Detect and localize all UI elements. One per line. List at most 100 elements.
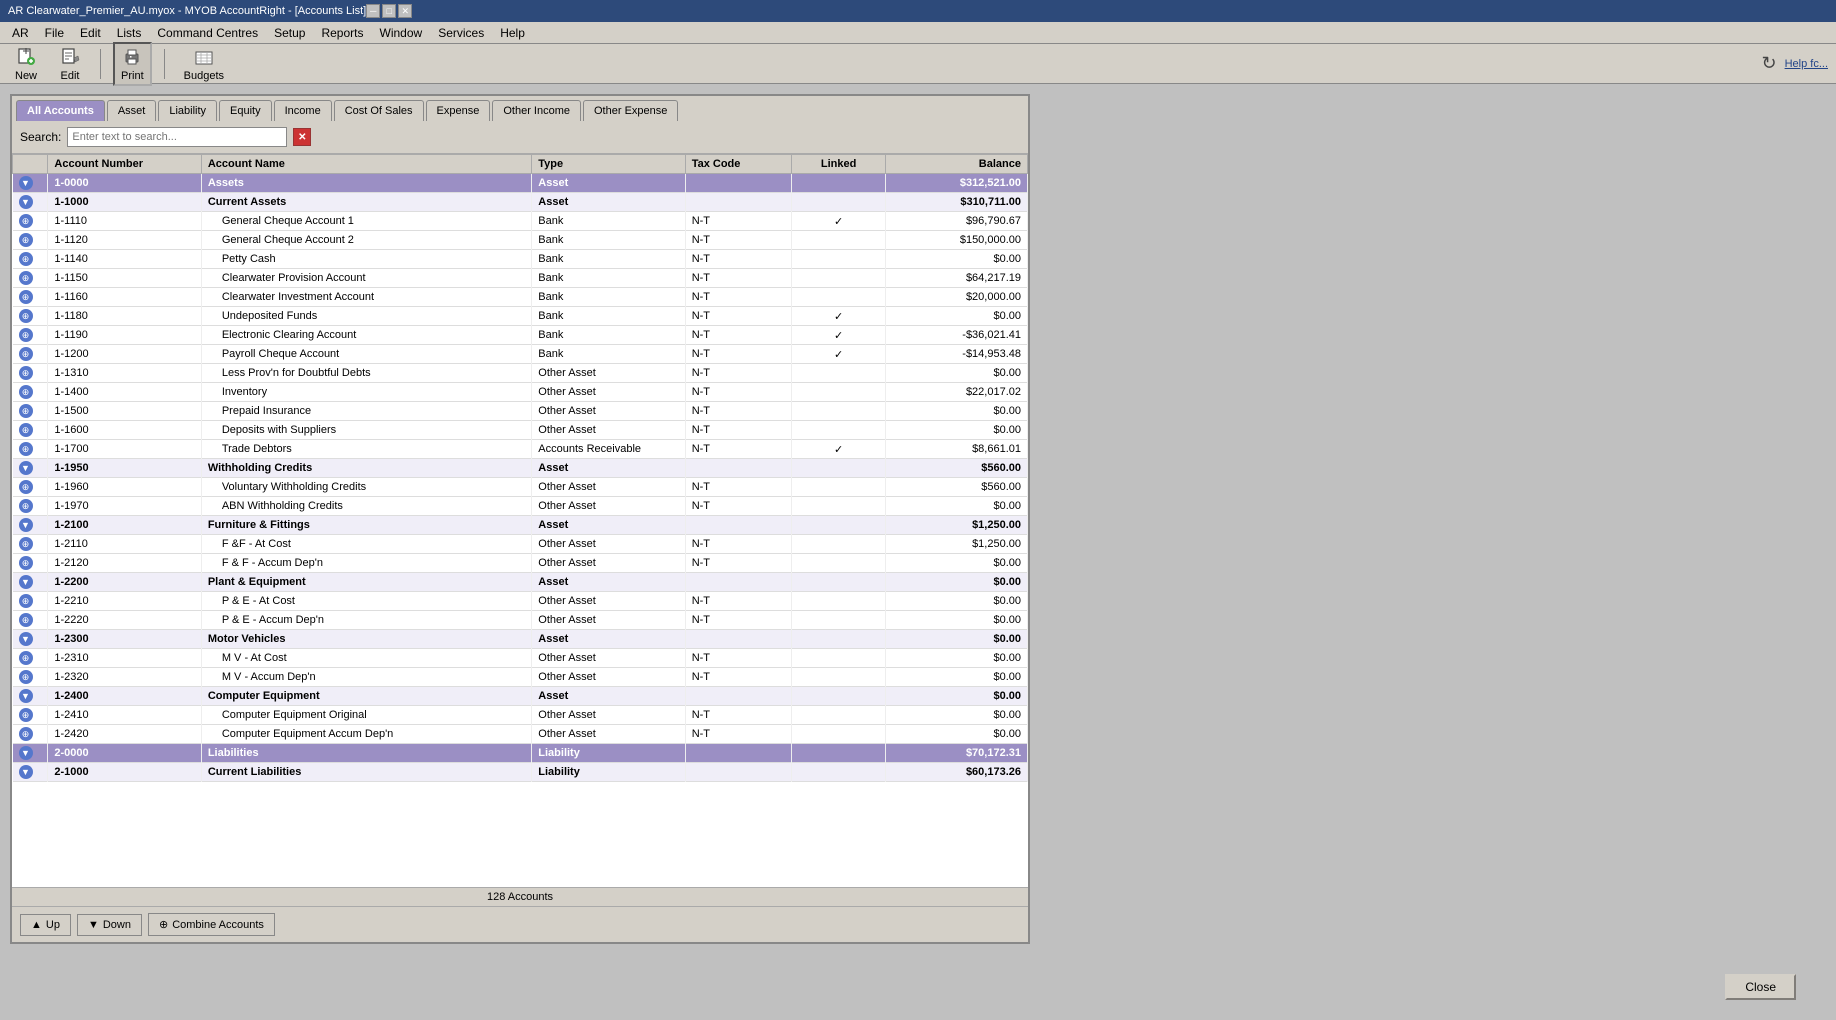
menu-help[interactable]: Help [492, 24, 533, 42]
row-expand-icon[interactable]: ▼ [13, 763, 48, 782]
edit-button[interactable]: Edit [52, 43, 88, 85]
row-expand-icon[interactable]: ⊕ [13, 326, 48, 345]
row-expand-icon[interactable]: ▼ [13, 687, 48, 706]
table-row[interactable]: ⊕ 1-1400 Inventory Other Asset N-T $22,0… [13, 383, 1028, 402]
row-expand-icon[interactable]: ▼ [13, 193, 48, 212]
up-button[interactable]: ▲ Up [20, 914, 71, 936]
search-input[interactable] [67, 127, 287, 147]
tab-other-expense[interactable]: Other Expense [583, 100, 678, 121]
menu-ar[interactable]: AR [4, 24, 37, 42]
close-window-button[interactable]: ✕ [398, 4, 412, 18]
row-expand-icon[interactable]: ▼ [13, 744, 48, 763]
table-row[interactable]: ▼ 1-1950 Withholding Credits Asset $560.… [13, 459, 1028, 478]
table-row[interactable]: ⊕ 1-1140 Petty Cash Bank N-T $0.00 [13, 250, 1028, 269]
table-row[interactable]: ⊕ 1-2110 F &F - At Cost Other Asset N-T … [13, 535, 1028, 554]
table-row[interactable]: ⊕ 1-1970 ABN Withholding Credits Other A… [13, 497, 1028, 516]
row-expand-icon[interactable]: ▼ [13, 459, 48, 478]
tab-other-income[interactable]: Other Income [492, 100, 581, 121]
table-row[interactable]: ⊕ 1-1960 Voluntary Withholding Credits O… [13, 478, 1028, 497]
row-expand-icon[interactable]: ⊕ [13, 535, 48, 554]
tab-liability[interactable]: Liability [158, 100, 217, 121]
new-button[interactable]: New [8, 43, 44, 85]
tab-cost-of-sales[interactable]: Cost Of Sales [334, 100, 424, 121]
menu-window[interactable]: Window [372, 24, 431, 42]
table-row[interactable]: ▼ 1-1000 Current Assets Asset $310,711.0… [13, 193, 1028, 212]
menu-edit[interactable]: Edit [72, 24, 109, 42]
table-row[interactable]: ⊕ 1-1600 Deposits with Suppliers Other A… [13, 421, 1028, 440]
row-expand-icon[interactable]: ▼ [13, 516, 48, 535]
table-row[interactable]: ⊕ 1-1160 Clearwater Investment Account B… [13, 288, 1028, 307]
table-row[interactable]: ▼ 1-0000 Assets Asset $312,521.00 [13, 174, 1028, 193]
combine-accounts-button[interactable]: ⊕ Combine Accounts [148, 913, 275, 936]
row-expand-icon[interactable]: ⊕ [13, 212, 48, 231]
row-expand-icon[interactable]: ⊕ [13, 307, 48, 326]
table-row[interactable]: ▼ 1-2100 Furniture & Fittings Asset $1,2… [13, 516, 1028, 535]
row-expand-icon[interactable]: ▼ [13, 573, 48, 592]
table-row[interactable]: ⊕ 1-1700 Trade Debtors Accounts Receivab… [13, 440, 1028, 459]
tab-equity[interactable]: Equity [219, 100, 272, 121]
row-expand-icon[interactable]: ⊕ [13, 250, 48, 269]
col-account-name-header[interactable]: Account Name [201, 155, 531, 174]
col-tax-code-header[interactable]: Tax Code [685, 155, 791, 174]
table-row[interactable]: ▼ 1-2200 Plant & Equipment Asset $0.00 [13, 573, 1028, 592]
print-button[interactable]: Print [113, 42, 152, 86]
row-expand-icon[interactable]: ⊕ [13, 725, 48, 744]
row-expand-icon[interactable]: ▼ [13, 174, 48, 193]
minimize-button[interactable]: ─ [366, 4, 380, 18]
down-button[interactable]: ▼ Down [77, 914, 142, 936]
help-link[interactable]: Help fc... [1785, 58, 1828, 70]
row-expand-icon[interactable]: ▼ [13, 630, 48, 649]
close-button[interactable]: Close [1725, 974, 1796, 1000]
table-row[interactable]: ⊕ 1-1200 Payroll Cheque Account Bank N-T… [13, 345, 1028, 364]
row-expand-icon[interactable]: ⊕ [13, 611, 48, 630]
table-row[interactable]: ⊕ 1-2320 M V - Accum Dep'n Other Asset N… [13, 668, 1028, 687]
row-expand-icon[interactable]: ⊕ [13, 383, 48, 402]
row-expand-icon[interactable]: ⊕ [13, 402, 48, 421]
budgets-button[interactable]: Budgets [177, 43, 231, 85]
row-expand-icon[interactable]: ⊕ [13, 231, 48, 250]
table-row[interactable]: ⊕ 1-2120 F & F - Accum Dep'n Other Asset… [13, 554, 1028, 573]
row-expand-icon[interactable]: ⊕ [13, 269, 48, 288]
col-account-number-header[interactable]: Account Number [48, 155, 201, 174]
maximize-button[interactable]: □ [382, 4, 396, 18]
col-type-header[interactable]: Type [532, 155, 685, 174]
table-row[interactable]: ⊕ 1-2210 P & E - At Cost Other Asset N-T… [13, 592, 1028, 611]
tab-all-accounts[interactable]: All Accounts [16, 100, 105, 121]
menu-command-centres[interactable]: Command Centres [149, 24, 266, 42]
row-expand-icon[interactable]: ⊕ [13, 592, 48, 611]
menu-services[interactable]: Services [430, 24, 492, 42]
table-row[interactable]: ⊕ 1-2420 Computer Equipment Accum Dep'n … [13, 725, 1028, 744]
row-expand-icon[interactable]: ⊕ [13, 649, 48, 668]
table-row[interactable]: ⊕ 1-1120 General Cheque Account 2 Bank N… [13, 231, 1028, 250]
table-row[interactable]: ⊕ 1-1500 Prepaid Insurance Other Asset N… [13, 402, 1028, 421]
row-expand-icon[interactable]: ⊕ [13, 288, 48, 307]
table-row[interactable]: ▼ 2-1000 Current Liabilities Liability $… [13, 763, 1028, 782]
table-row[interactable]: ⊕ 1-2310 M V - At Cost Other Asset N-T $… [13, 649, 1028, 668]
table-row[interactable]: ⊕ 1-1110 General Cheque Account 1 Bank N… [13, 212, 1028, 231]
row-expand-icon[interactable]: ⊕ [13, 554, 48, 573]
tab-asset[interactable]: Asset [107, 100, 157, 121]
table-row[interactable]: ⊕ 1-2220 P & E - Accum Dep'n Other Asset… [13, 611, 1028, 630]
col-balance-header[interactable]: Balance [886, 155, 1028, 174]
table-row[interactable]: ▼ 1-2300 Motor Vehicles Asset $0.00 [13, 630, 1028, 649]
table-row[interactable]: ⊕ 1-1180 Undeposited Funds Bank N-T ✓ $0… [13, 307, 1028, 326]
tab-expense[interactable]: Expense [426, 100, 491, 121]
search-clear-button[interactable]: ✕ [293, 128, 311, 146]
menu-reports[interactable]: Reports [313, 24, 371, 42]
row-expand-icon[interactable]: ⊕ [13, 421, 48, 440]
menu-setup[interactable]: Setup [266, 24, 313, 42]
row-expand-icon[interactable]: ⊕ [13, 668, 48, 687]
table-row[interactable]: ⊕ 1-2410 Computer Equipment Original Oth… [13, 706, 1028, 725]
table-row[interactable]: ▼ 2-0000 Liabilities Liability $70,172.3… [13, 744, 1028, 763]
table-row[interactable]: ⊕ 1-1190 Electronic Clearing Account Ban… [13, 326, 1028, 345]
tab-income[interactable]: Income [274, 100, 332, 121]
col-linked-header[interactable]: Linked [791, 155, 885, 174]
row-expand-icon[interactable]: ⊕ [13, 706, 48, 725]
table-row[interactable]: ⊕ 1-1150 Clearwater Provision Account Ba… [13, 269, 1028, 288]
menu-lists[interactable]: Lists [109, 24, 150, 42]
table-row[interactable]: ⊕ 1-1310 Less Prov'n for Doubtful Debts … [13, 364, 1028, 383]
row-expand-icon[interactable]: ⊕ [13, 345, 48, 364]
row-expand-icon[interactable]: ⊕ [13, 364, 48, 383]
refresh-icon[interactable]: ↻ [1762, 53, 1777, 74]
row-expand-icon[interactable]: ⊕ [13, 440, 48, 459]
